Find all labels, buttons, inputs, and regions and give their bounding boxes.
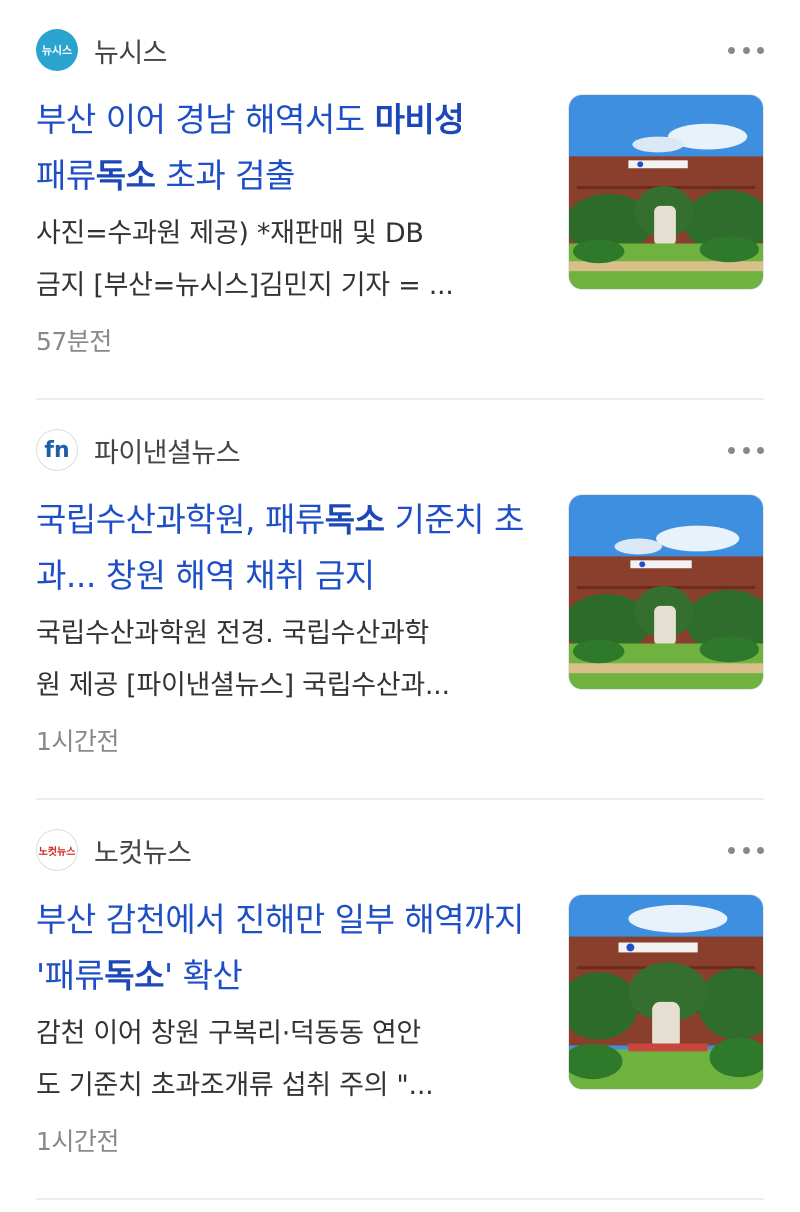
title-text: 패류	[36, 156, 96, 195]
snippet-line: 도 기준치 초과조개류 섭취 주의 "...	[36, 1070, 434, 1101]
news-card[interactable]: 노컷뉴스 노컷뉴스 부산 감천에서 진해만 일부 해역까지 '패류독소' 확산 …	[36, 800, 764, 1200]
snippet-line: 국립수산과학원 전경. 국립수산과학	[36, 618, 429, 649]
title-highlight: 마비성	[374, 100, 465, 139]
divider	[36, 1198, 764, 1200]
snippet-line: 사진=수과원 제공) *재판매 및 DB	[36, 218, 424, 249]
building-photo-icon	[569, 895, 763, 1089]
article-time: 1시간전	[36, 1127, 119, 1156]
source-row: 뉴시스 뉴시스	[36, 28, 764, 72]
title-text: 부산 이어 경남 해역서도	[36, 100, 375, 139]
more-options-icon[interactable]	[728, 38, 764, 62]
snippet-line: 원 제공 [파이낸셜뉴스] 국립수산과...	[36, 670, 450, 701]
article-snippet: 감천 이어 창원 구복리·덕동동 연안 도 기준치 초과조개류 섭취 주의 ".…	[36, 1008, 536, 1112]
article-thumbnail[interactable]	[568, 94, 764, 290]
more-options-icon[interactable]	[728, 438, 764, 462]
more-options-icon[interactable]	[728, 838, 764, 862]
title-text: ' 확산	[164, 956, 243, 995]
source-row: fn 파이낸셜뉴스	[36, 428, 764, 472]
source-row: 노컷뉴스 노컷뉴스	[36, 828, 764, 872]
source-name[interactable]: 노컷뉴스	[94, 831, 192, 870]
logo-text: fn	[44, 437, 70, 463]
article-title[interactable]: 부산 감천에서 진해만 일부 해역까지 '패류독소' 확산	[36, 892, 536, 1004]
news-feed: 뉴시스 뉴시스 부산 이어 경남 해역서도 마비성 패류독소 초과 검출 사진=수…	[0, 0, 800, 1212]
source-name[interactable]: 뉴시스	[94, 31, 168, 70]
news-card[interactable]: fn 파이낸셜뉴스 국립수산과학원, 패류독소 기준치 초과... 창원 해역 …	[36, 400, 764, 800]
article-title[interactable]: 부산 이어 경남 해역서도 마비성패류독소 초과 검출	[36, 92, 536, 204]
article-snippet: 사진=수과원 제공) *재판매 및 DB 금지 [부산=뉴시스]김민지 기자 =…	[36, 208, 536, 312]
logo-text: 뉴시스	[41, 44, 73, 57]
snippet-line: 금지 [부산=뉴시스]김민지 기자 = ...	[36, 270, 454, 301]
fn-logo-icon: fn	[36, 429, 78, 471]
news-card[interactable]: 뉴시스 뉴시스 부산 이어 경남 해역서도 마비성패류독소 초과 검출 사진=수…	[36, 0, 764, 400]
title-highlight: 독소	[104, 956, 165, 995]
article-thumbnail[interactable]	[568, 494, 764, 690]
nocut-logo-icon: 노컷뉴스	[36, 829, 78, 871]
article-snippet: 국립수산과학원 전경. 국립수산과학 원 제공 [파이낸셜뉴스] 국립수산과..…	[36, 608, 536, 712]
building-photo-icon	[569, 95, 763, 289]
title-highlight: 독소	[324, 500, 385, 539]
article-time: 57분전	[36, 327, 112, 356]
title-text: 초과 검출	[155, 156, 295, 195]
title-highlight: 독소	[95, 156, 156, 195]
title-text: 국립수산과학원, 패류	[36, 500, 325, 539]
article-title[interactable]: 국립수산과학원, 패류독소 기준치 초과... 창원 해역 채취 금지	[36, 492, 536, 604]
logo-text: 노컷뉴스	[38, 846, 76, 858]
article-time: 1시간전	[36, 727, 119, 756]
snippet-line: 감천 이어 창원 구복리·덕동동 연안	[36, 1018, 421, 1049]
newsis-logo-icon: 뉴시스	[36, 29, 78, 71]
source-name[interactable]: 파이낸셜뉴스	[94, 431, 241, 470]
building-photo-icon	[569, 495, 763, 689]
article-thumbnail[interactable]	[568, 894, 764, 1090]
